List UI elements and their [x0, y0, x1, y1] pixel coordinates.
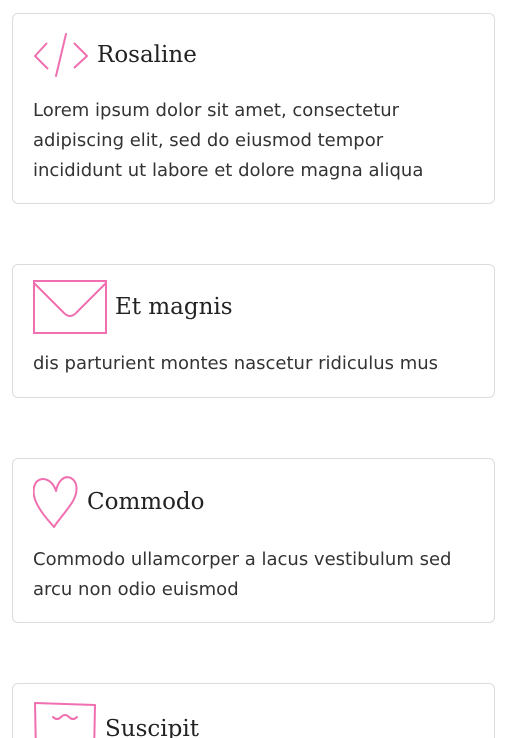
card-header: Commodo [13, 459, 494, 545]
card-description: dis parturient montes nascetur ridiculus… [33, 353, 439, 374]
heart-icon [33, 475, 79, 529]
feature-card: Commodo Commodo ullamcorper a lacus vest… [12, 458, 495, 623]
card-description: Lorem ipsum dolor sit amet, consectetur … [33, 100, 424, 181]
card-header: Et magnis [13, 265, 494, 349]
note-icon [33, 701, 97, 738]
card-title: Rosaline [97, 42, 197, 68]
feature-card: Et magnis dis parturient montes nascetur… [12, 264, 495, 398]
code-icon [33, 30, 89, 80]
card-title: Et magnis [115, 294, 233, 320]
card-description: Commodo ullamcorper a lacus vestibulum s… [33, 549, 452, 600]
card-title: Commodo [87, 489, 205, 515]
card-title: Suscipit [105, 716, 199, 738]
card-header: Suscipit [13, 684, 494, 738]
card-header: Rosaline [13, 14, 494, 96]
feature-card: Suscipit [12, 683, 495, 738]
card-list: Rosaline Lorem ipsum dolor sit amet, con… [0, 0, 511, 738]
feature-card: Rosaline Lorem ipsum dolor sit amet, con… [12, 13, 495, 204]
envelope-icon [33, 280, 107, 334]
